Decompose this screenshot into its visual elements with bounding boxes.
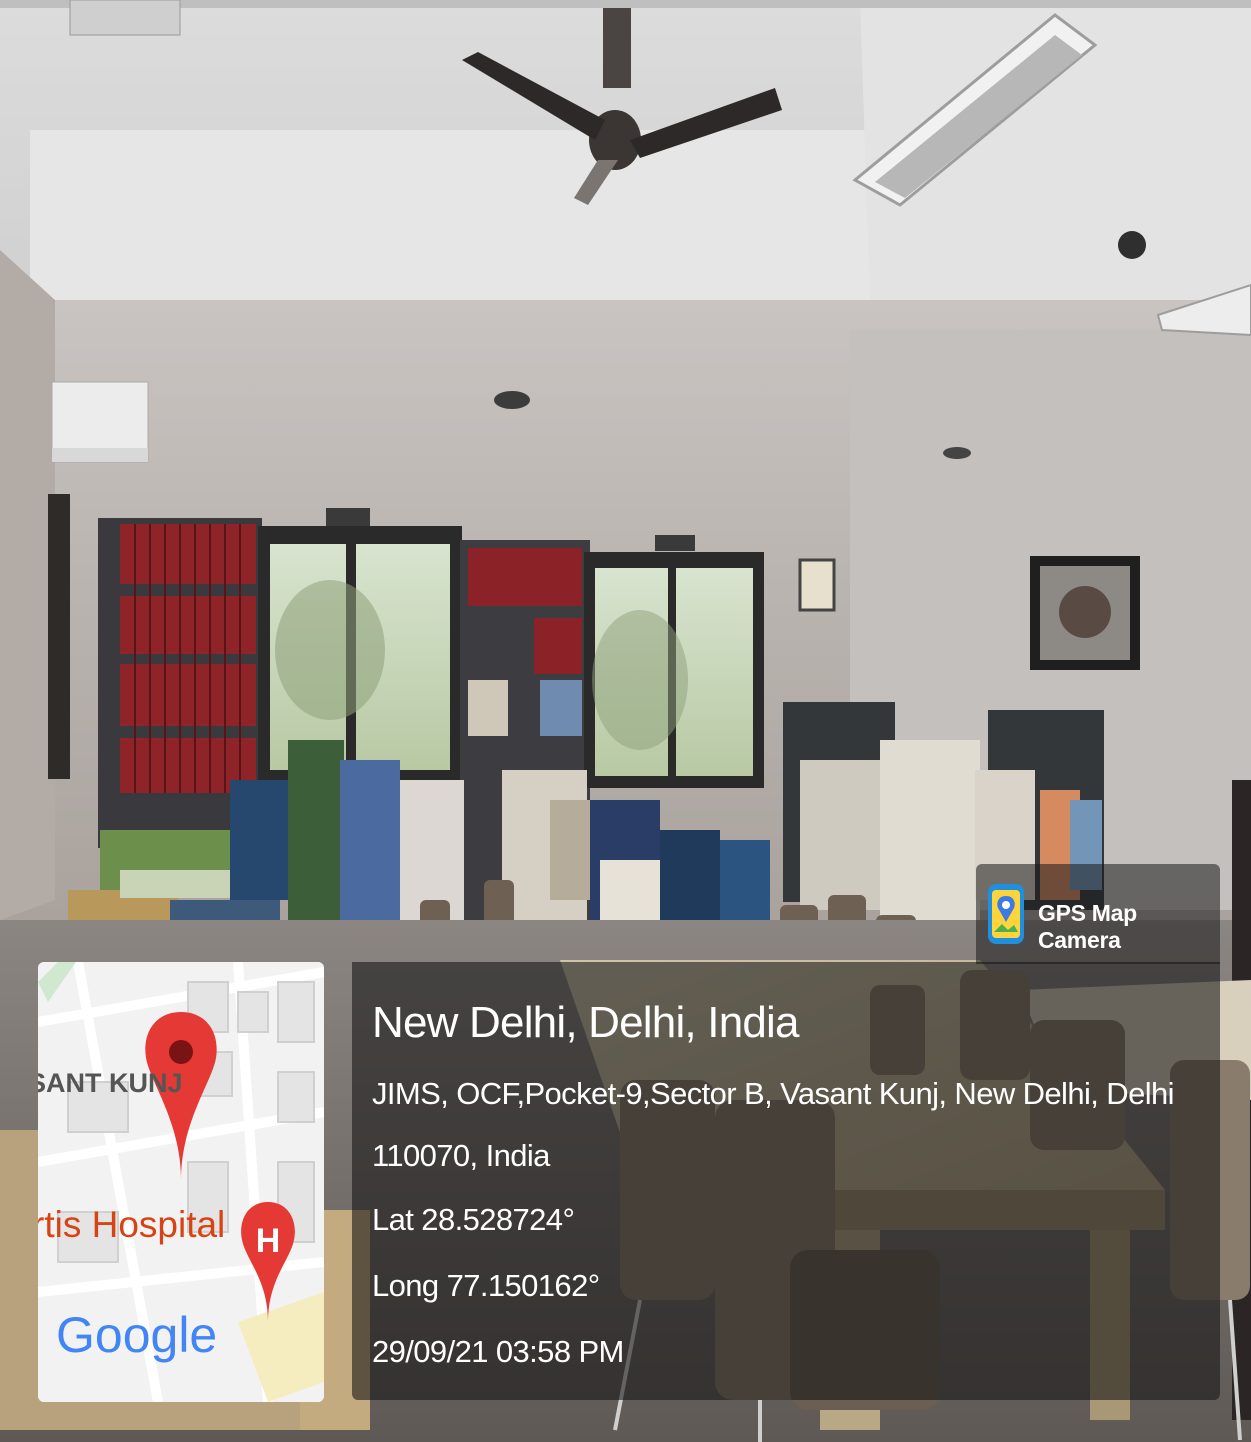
app-badge: GPS Map Camera <box>976 864 1220 964</box>
photo-stage: GPS Map Camera New Delhi, Delhi, India J… <box>0 0 1251 1442</box>
latitude-text: Lat 28.528724° <box>372 1202 575 1237</box>
map-graphic: H SANT KUNJ rtis Hospital Google <box>38 962 324 1402</box>
longitude-text: Long 77.150162° <box>372 1268 600 1303</box>
location-info-panel: New Delhi, Delhi, India JIMS, OCF,Pocket… <box>352 962 1220 1400</box>
timestamp-text: 29/09/21 03:58 PM <box>372 1334 624 1369</box>
google-logo: Google <box>56 1307 217 1363</box>
app-badge-label: GPS Map Camera <box>1038 900 1137 953</box>
location-title: New Delhi, Delhi, India <box>372 998 800 1047</box>
map-thumbnail: H SANT KUNJ rtis Hospital Google <box>38 962 324 1402</box>
gps-map-camera-logo-icon <box>988 884 1024 944</box>
hospital-icon-letter: H <box>256 1222 281 1260</box>
address-line-2: 110070, India <box>372 1138 550 1173</box>
map-brand: Google <box>56 1307 217 1363</box>
address-line-1: JIMS, OCF,Pocket-9,Sector B, Vasant Kunj… <box>372 1076 1175 1111</box>
map-hospital-label: rtis Hospital <box>38 1204 225 1245</box>
wall-picture-frame <box>1030 556 1140 670</box>
map-area-label: SANT KUNJ <box>38 1068 183 1098</box>
window <box>584 552 764 788</box>
